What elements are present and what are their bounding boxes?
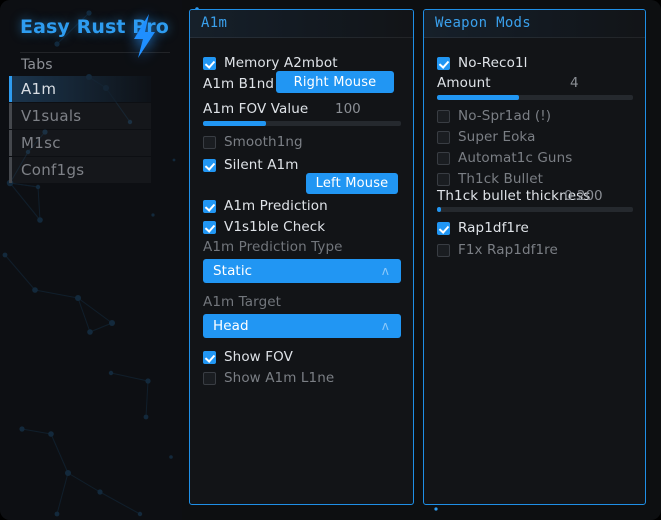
aim-bind-button-label: Right Mouse [293, 74, 377, 90]
checkbox-indicator [203, 158, 216, 172]
label-prediction-type: A1m Prediction Type [203, 239, 343, 255]
checkbox-rap1df1re[interactable]: Rap1df1re [424, 218, 645, 238]
checkbox-super-eoka[interactable]: Super Eoka [424, 127, 645, 147]
panel-weapon-mods: Weapon Mods No-Reco1l Amount 4 No-Spr1ad… [423, 9, 646, 505]
sidebar-item-label: M1sc [21, 134, 61, 152]
sidebar-item-label: A1m [21, 80, 57, 98]
silent-aim-bind-button[interactable]: Left Mouse [306, 173, 398, 194]
checkbox-aim-prediction[interactable]: A1m Prediction [190, 196, 413, 216]
aim-bind-button[interactable]: Right Mouse [276, 71, 394, 93]
chevron-up-icon: ʌ [381, 264, 389, 278]
dropdown-value: Head [213, 318, 249, 334]
sidebar-item-conf1gs[interactable]: Conf1gs [9, 157, 151, 183]
tabs-section-label: Tabs [21, 57, 53, 73]
slider-aim-fov[interactable] [203, 121, 401, 126]
brand-divider [20, 52, 170, 53]
label-amount: Amount [437, 75, 491, 91]
sidebar-item-m1sc[interactable]: M1sc [9, 130, 151, 156]
checkbox-label: Super Eoka [458, 129, 536, 145]
silent-aim-bind-button-label: Left Mouse [315, 176, 389, 191]
checkbox-label: Automat1c Guns [458, 150, 573, 166]
slider-amount[interactable] [437, 95, 633, 100]
checkbox-label: Silent A1m [224, 157, 299, 173]
checkbox-show-a1m-l1ne[interactable]: Show A1m L1ne [190, 368, 413, 388]
panel-aim-header: A1m [190, 10, 413, 38]
checkbox-indicator [437, 221, 450, 235]
dropdown-prediction-type[interactable]: Static ʌ [203, 259, 401, 283]
checkbox-label: F1x Rap1df1re [458, 242, 558, 258]
checkbox-indicator [203, 350, 216, 364]
sidebar-item-a1m[interactable]: A1m [9, 76, 151, 102]
checkbox-f1x-rap1df1re[interactable]: F1x Rap1df1re [424, 240, 645, 260]
checkbox-silent-a1m[interactable]: Silent A1m [190, 155, 413, 175]
value-amount: 4 [570, 75, 579, 91]
checkbox-label: Show A1m L1ne [224, 370, 335, 386]
checkbox-label: Show FOV [224, 349, 293, 365]
checkbox-label: V1s1ble Check [224, 219, 326, 235]
checkbox-indicator [203, 371, 216, 385]
sidebar-item-v1suals[interactable]: V1suals [9, 103, 151, 129]
checkbox-indicator [437, 172, 450, 186]
checkbox-label: Smooth1ng [224, 134, 303, 150]
checkbox-label: No-Spr1ad (!) [458, 108, 552, 124]
checkbox-label: Th1ck Bullet [458, 171, 544, 187]
panel-weapon-header: Weapon Mods [424, 10, 645, 38]
sidebar-item-label: Conf1gs [21, 161, 85, 179]
panel-aim: A1m Memory A2mbot A1m B1nd Right Mouse A… [189, 9, 414, 505]
checkbox-no-spr1ad[interactable]: No-Spr1ad (!) [424, 106, 645, 126]
checkbox-indicator [437, 151, 450, 165]
checkbox-indicator [437, 109, 450, 123]
checkbox-indicator [437, 130, 450, 144]
checkbox-indicator [437, 56, 450, 70]
checkbox-no-reco1l[interactable]: No-Reco1l [424, 53, 645, 73]
brand: Easy Rust Pro [0, 14, 182, 58]
dropdown-value: Static [213, 263, 253, 279]
checkbox-label: Rap1df1re [458, 220, 529, 236]
checkbox-automat1c-guns[interactable]: Automat1c Guns [424, 148, 645, 168]
slider-fill [437, 207, 441, 212]
slider-fill [203, 121, 267, 126]
panel-aim-title: A1m [201, 15, 228, 31]
checkbox-v1s1ble-check[interactable]: V1s1ble Check [190, 217, 413, 237]
checkbox-memory-a2mbot[interactable]: Memory A2mbot [190, 53, 413, 73]
checkbox-smooth1ng[interactable]: Smooth1ng [190, 132, 413, 152]
checkbox-th1ck-bullet[interactable]: Th1ck Bullet [424, 169, 645, 189]
slider-thickness[interactable] [437, 207, 633, 212]
chevron-up-icon: ʌ [381, 319, 389, 333]
checkbox-label: Memory A2mbot [224, 55, 338, 71]
checkbox-show-fov[interactable]: Show FOV [190, 347, 413, 367]
sidebar-item-label: V1suals [21, 107, 82, 125]
checkbox-label: A1m Prediction [224, 198, 328, 214]
checkbox-indicator [203, 135, 216, 149]
label-aim-fov: A1m FOV Value [203, 101, 309, 117]
sidebar: Easy Rust Pro Tabs A1m V1suals M1sc Conf… [0, 0, 182, 520]
label-aim-target: A1m Target [203, 294, 282, 310]
dropdown-aim-target[interactable]: Head ʌ [203, 314, 401, 338]
slider-fill [437, 95, 520, 100]
checkbox-indicator [203, 56, 216, 70]
panel-weapon-title: Weapon Mods [435, 15, 532, 31]
checkbox-indicator [437, 243, 450, 257]
application-window: Easy Rust Pro Tabs A1m V1suals M1sc Conf… [0, 0, 661, 520]
checkbox-indicator [203, 220, 216, 234]
checkbox-label: No-Reco1l [458, 55, 528, 71]
value-thickness: 0.200 [564, 188, 603, 204]
value-aim-fov: 100 [335, 101, 361, 117]
checkbox-indicator [203, 199, 216, 213]
label-aim-bind: A1m B1nd [203, 76, 275, 92]
